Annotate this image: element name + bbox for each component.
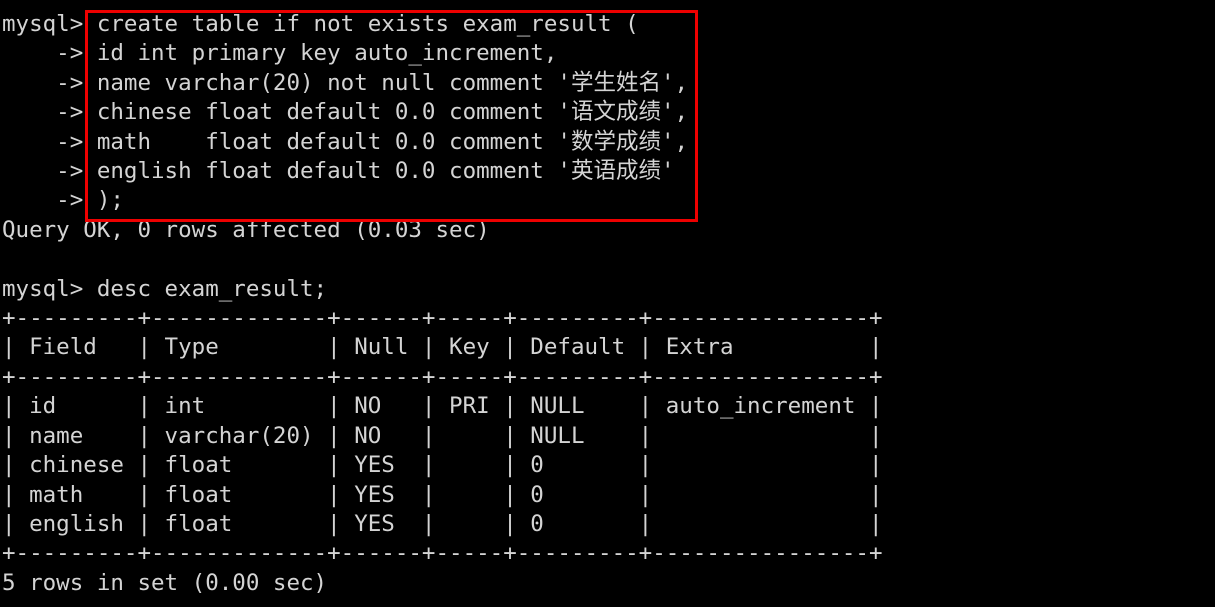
terminal-window[interactable]: mysql> create table if not exists exam_r… — [0, 0, 1215, 607]
terminal-output: mysql> create table if not exists exam_r… — [2, 11, 883, 596]
